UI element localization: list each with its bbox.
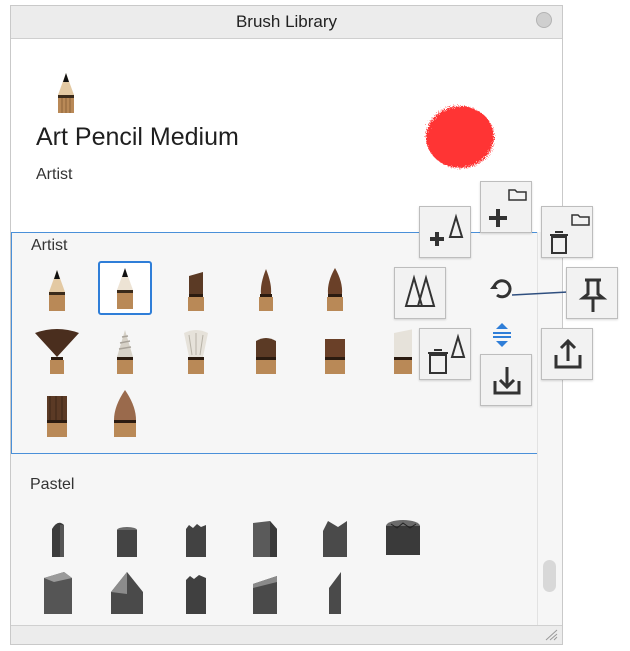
pastel-icon: [329, 572, 341, 614]
new-brush-icon: [430, 213, 464, 246]
pin-icon: [578, 278, 608, 312]
brush-stroke-preview: [426, 106, 494, 168]
section-title-artist: Artist: [31, 237, 68, 254]
pastel-icon: [253, 521, 277, 557]
pastel-icon: [44, 572, 72, 614]
pastel-icon: [52, 522, 64, 557]
pointed-brush-icon: [327, 268, 343, 311]
duplicate-brush-button[interactable]: [394, 267, 446, 319]
pastel-icon: [117, 527, 137, 557]
share-icon: [554, 338, 582, 369]
pastel-rough[interactable]: [169, 512, 223, 566]
share-button[interactable]: [541, 328, 593, 380]
pastel-icon: [186, 524, 206, 557]
pastel-thin[interactable]: [308, 566, 362, 620]
brush-flat-wide[interactable]: [239, 325, 293, 379]
shaving-brush-icon: [184, 330, 208, 374]
pastel-icon: [386, 520, 420, 555]
scrollbar-thumb[interactable]: [543, 560, 556, 592]
import-button[interactable]: [480, 354, 532, 406]
brush-flat[interactable]: [169, 263, 223, 317]
pencil-icon: [117, 268, 133, 309]
brush-icon: [394, 329, 412, 374]
connector-line: [511, 287, 570, 305]
pastel-icon: [186, 575, 206, 614]
brush-pencil[interactable]: [30, 263, 84, 317]
filbert-brush-icon: [114, 390, 136, 437]
pastel-icon: [111, 572, 143, 614]
flat-brush-icon: [47, 396, 67, 437]
pastel-rough-2[interactable]: [169, 566, 223, 620]
brush-name: Art Pencil Medium: [36, 123, 239, 151]
delete-set-icon: [550, 214, 590, 254]
delete-brush-button[interactable]: [419, 328, 471, 380]
new-set-button[interactable]: [480, 181, 532, 233]
pastel-section: Pastel: [11, 472, 538, 622]
brush-filbert[interactable]: [98, 387, 152, 441]
collapse-icon: [493, 323, 511, 347]
resize-grip-icon[interactable]: [544, 629, 558, 641]
title-bar[interactable]: Brush Library: [11, 6, 562, 39]
round-brush-icon: [259, 269, 273, 311]
pastel-angled[interactable]: [238, 512, 292, 566]
art-pencil-icon: [58, 73, 74, 113]
brush-flat-dry[interactable]: [30, 387, 84, 441]
pastel-cone[interactable]: [100, 566, 154, 620]
duplicate-brush-icon: [404, 274, 436, 307]
brush-swirl[interactable]: [98, 325, 152, 379]
pastel-slanted[interactable]: [238, 566, 292, 620]
flat-brush-icon: [256, 338, 276, 374]
pastel-icon: [323, 521, 347, 557]
delete-set-button[interactable]: [541, 206, 593, 258]
brush-library-window: Brush Library Art Pencil Medium Artist A…: [10, 5, 563, 645]
pastel-chunky[interactable]: [376, 512, 430, 566]
brush-category: Artist: [36, 166, 73, 183]
delete-brush-icon: [428, 333, 466, 374]
brush-round[interactable]: [239, 263, 293, 317]
close-button[interactable]: [536, 12, 552, 28]
pastel-icon: [253, 576, 277, 614]
brush-partial-2[interactable]: [388, 325, 412, 379]
brush-shaving[interactable]: [169, 325, 223, 379]
collapse-button[interactable]: [489, 320, 515, 355]
new-set-icon: [489, 189, 527, 227]
brush-flat-square[interactable]: [308, 325, 362, 379]
pastel-large-angled[interactable]: [31, 566, 85, 620]
flat-brush-icon: [325, 339, 345, 374]
new-brush-button[interactable]: [419, 206, 471, 258]
fan-brush-icon: [35, 329, 79, 374]
window-title: Brush Library: [235, 12, 338, 31]
pencil-icon: [49, 270, 65, 311]
swirl-brush-icon: [117, 330, 133, 374]
pastel-round[interactable]: [100, 512, 154, 566]
brush-pencil-selected[interactable]: [98, 261, 152, 315]
pastel-broken[interactable]: [308, 512, 362, 566]
section-title-pastel: Pastel: [30, 476, 75, 493]
brush-pointed[interactable]: [308, 263, 362, 317]
import-icon: [493, 367, 521, 395]
brush-fan[interactable]: [30, 325, 84, 379]
pin-button[interactable]: [566, 267, 618, 319]
flat-brush-icon: [188, 272, 204, 311]
status-bar: [11, 625, 562, 644]
pastel-hard[interactable]: [31, 512, 85, 566]
